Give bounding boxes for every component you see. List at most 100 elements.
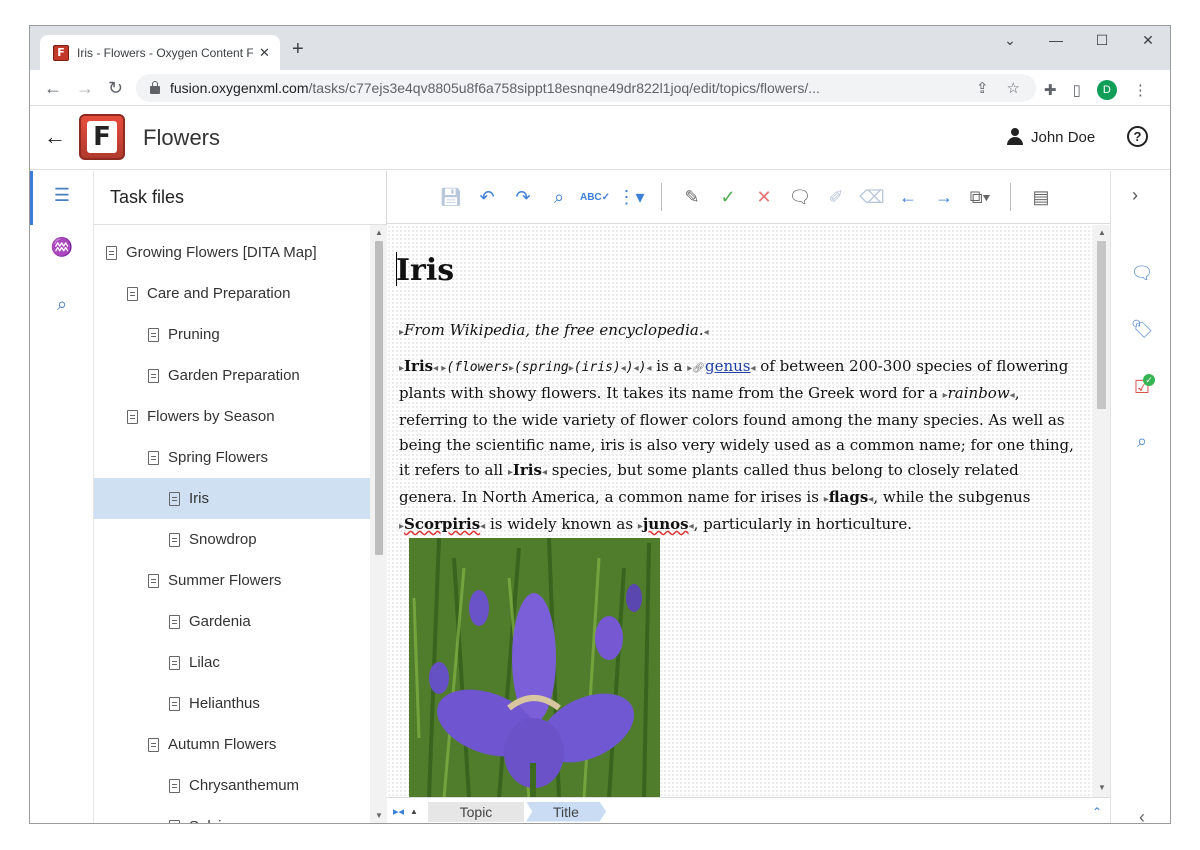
next-change-icon[interactable]: → <box>926 187 962 208</box>
undo-icon[interactable]: ↶ <box>469 187 505 208</box>
breadcrumb-up-icon[interactable]: ▲ <box>410 807 418 816</box>
document-icon <box>106 245 117 260</box>
previous-change-icon[interactable]: ← <box>890 187 926 208</box>
scroll-thumb[interactable] <box>1097 241 1106 409</box>
document-icon <box>127 286 138 301</box>
manage-changes-icon[interactable]: ⧉▾ <box>962 187 998 208</box>
browser-window: F Iris - Flowers - Oxygen Content F ✕ + … <box>29 25 1171 824</box>
document-canvas[interactable]: Iris ▸From Wikipedia, the free encyclope… <box>387 225 1093 797</box>
tree-item-label: Snowdrop <box>189 531 257 548</box>
redo-icon[interactable]: ↷ <box>505 187 541 208</box>
tree-item[interactable]: Spring Flowers <box>94 437 370 478</box>
right-rail: › 🗨︎ 🏷︎ ☑ ✓ ⌕ ‹ <box>1110 171 1170 823</box>
close-window-button[interactable]: ✕ <box>1133 32 1163 49</box>
document-icon <box>169 819 180 823</box>
short-description[interactable]: ▸From Wikipedia, the free encyclopedia.◂ <box>399 321 709 339</box>
tree-item[interactable]: Autumn Flowers <box>94 724 370 765</box>
tree-item[interactable]: Lilac <box>94 642 370 683</box>
find-icon[interactable]: ⌕ <box>541 187 577 208</box>
tree-item[interactable]: Pruning <box>94 314 370 355</box>
back-arrow-icon[interactable]: ← <box>44 124 66 150</box>
tree-item[interactable]: Growing Flowers [DITA Map] <box>94 232 370 273</box>
browser-menu-icon[interactable]: ⋮ <box>1133 81 1148 99</box>
page-title: Flowers <box>143 125 221 150</box>
more-actions-icon[interactable]: ⋮▾ <box>613 187 649 208</box>
track-changes-icon[interactable]: ✎ <box>674 187 710 208</box>
close-tab-icon[interactable]: ✕ <box>259 45 270 61</box>
activity-icon[interactable]: ♒ <box>50 237 74 261</box>
tree-item[interactable]: Iris <box>94 478 370 519</box>
iris-photo-graphic <box>409 538 660 797</box>
document-icon <box>148 327 159 342</box>
scroll-thumb[interactable] <box>375 241 383 555</box>
editor-scrollbar[interactable]: ▲ ▼ <box>1093 225 1110 797</box>
file-tree: Growing Flowers [DITA Map] Care and Prepa… <box>94 225 370 823</box>
document-icon <box>127 409 138 424</box>
tree-item[interactable]: Salvia <box>94 806 370 823</box>
accept-change-icon[interactable]: ✓ <box>710 187 746 208</box>
document-icon <box>169 778 180 793</box>
tree-item[interactable]: Garden Preparation <box>94 355 370 396</box>
search-document-icon[interactable]: ⌕ <box>50 294 74 318</box>
profile-avatar[interactable]: D <box>1096 80 1117 100</box>
save-icon[interactable]: 💾︎ <box>433 187 469 208</box>
topic-title[interactable]: Iris <box>396 253 454 288</box>
breadcrumb-topic[interactable]: Topic <box>427 801 524 822</box>
tree-item[interactable]: Summer Flowers <box>94 560 370 601</box>
comments-icon[interactable]: 🗨︎ <box>1130 263 1154 287</box>
back-arrow-icon[interactable]: ← <box>44 78 62 99</box>
body-paragraph[interactable]: ▸Iris◂ ▸(flowers▸(spring▸(iris)◂)◂)◂ is … <box>399 354 1079 539</box>
tree-item[interactable]: Helianthus <box>94 683 370 724</box>
help-icon[interactable]: ? <box>1127 126 1148 147</box>
remove-comment-icon[interactable]: ⌫ <box>854 187 890 208</box>
attributes-tag-icon[interactable]: 🏷︎ <box>1130 319 1154 343</box>
add-comment-icon[interactable]: 🗨︎ <box>782 187 818 208</box>
scroll-up-icon[interactable]: ▲ <box>1098 228 1106 237</box>
extensions-puzzle-icon[interactable]: ✚ <box>1044 81 1057 99</box>
chevron-left-icon[interactable]: ‹ <box>1130 807 1154 823</box>
tags-display-icon[interactable]: ▸◂ <box>393 805 404 818</box>
extension-area: ✚ ▯ D ⋮ <box>1044 80 1148 100</box>
reject-change-icon[interactable]: ✕ <box>746 187 782 208</box>
scroll-down-icon[interactable]: ▼ <box>1098 783 1106 792</box>
tree-item[interactable]: Care and Preparation <box>94 273 370 314</box>
tree-item-label: Iris <box>189 490 209 507</box>
tab-strip: F Iris - Flowers - Oxygen Content F ✕ + … <box>30 26 1170 70</box>
genus-link[interactable]: genus <box>705 357 751 375</box>
tree-item-label: Chrysanthemum <box>189 777 300 794</box>
side-panel-icon[interactable]: ▯ <box>1073 81 1081 99</box>
outline-icon[interactable]: ▤ <box>1023 187 1059 208</box>
chevron-right-icon[interactable]: › <box>1132 185 1138 206</box>
edit-comment-icon[interactable]: ✐ <box>818 187 854 208</box>
editor-area: 💾︎ ↶ ↷ ⌕ ABC✓ ⋮▾ ✎ ✓ ✕ 🗨︎ ✐ ⌫ ← → ⧉▾ ▤ I… <box>387 171 1110 823</box>
maximize-button[interactable]: ☐ <box>1087 32 1117 49</box>
url-field[interactable]: fusion.oxygenxml.com/tasks/c77ejs3e4qv88… <box>136 74 1036 102</box>
validation-icon[interactable]: ☑ ✓ <box>1130 374 1155 401</box>
share-icon[interactable]: ⇪ <box>976 79 989 97</box>
bookmark-star-icon[interactable]: ☆ <box>1007 79 1020 97</box>
tree-item[interactable]: Gardenia <box>94 601 370 642</box>
user-menu[interactable]: John Doe <box>1007 128 1095 146</box>
expand-up-icon[interactable]: ⌃ <box>1092 805 1102 819</box>
reload-icon[interactable]: ↻ <box>108 78 123 99</box>
app-header: ← F Flowers John Doe ? <box>30 106 1170 170</box>
scroll-up-icon[interactable]: ▲ <box>375 228 383 237</box>
spellcheck-icon[interactable]: ABC✓ <box>577 192 613 203</box>
scroll-down-icon[interactable]: ▼ <box>375 811 383 820</box>
breadcrumb-title[interactable]: Title <box>525 801 606 822</box>
tree-item[interactable]: Snowdrop <box>94 519 370 560</box>
toolbar-separator <box>661 183 662 211</box>
toolbar-separator <box>1010 183 1011 211</box>
iris-image[interactable] <box>409 538 660 797</box>
new-tab-button[interactable]: + <box>292 38 304 61</box>
forward-arrow-icon[interactable]: → <box>76 78 94 99</box>
tree-item[interactable]: Chrysanthemum <box>94 765 370 806</box>
review-search-icon[interactable]: ⌕ <box>1130 431 1154 455</box>
minimize-button[interactable]: — <box>1041 32 1071 48</box>
tree-item[interactable]: Flowers by Season <box>94 396 370 437</box>
tree-item-label: Summer Flowers <box>168 572 282 589</box>
tree-scrollbar[interactable]: ▲ ▼ <box>370 225 387 823</box>
browser-tab[interactable]: F Iris - Flowers - Oxygen Content F ✕ <box>40 35 280 70</box>
tab-search-icon[interactable]: ⌄ <box>995 32 1025 49</box>
task-files-icon[interactable]: ☰ <box>50 185 74 209</box>
